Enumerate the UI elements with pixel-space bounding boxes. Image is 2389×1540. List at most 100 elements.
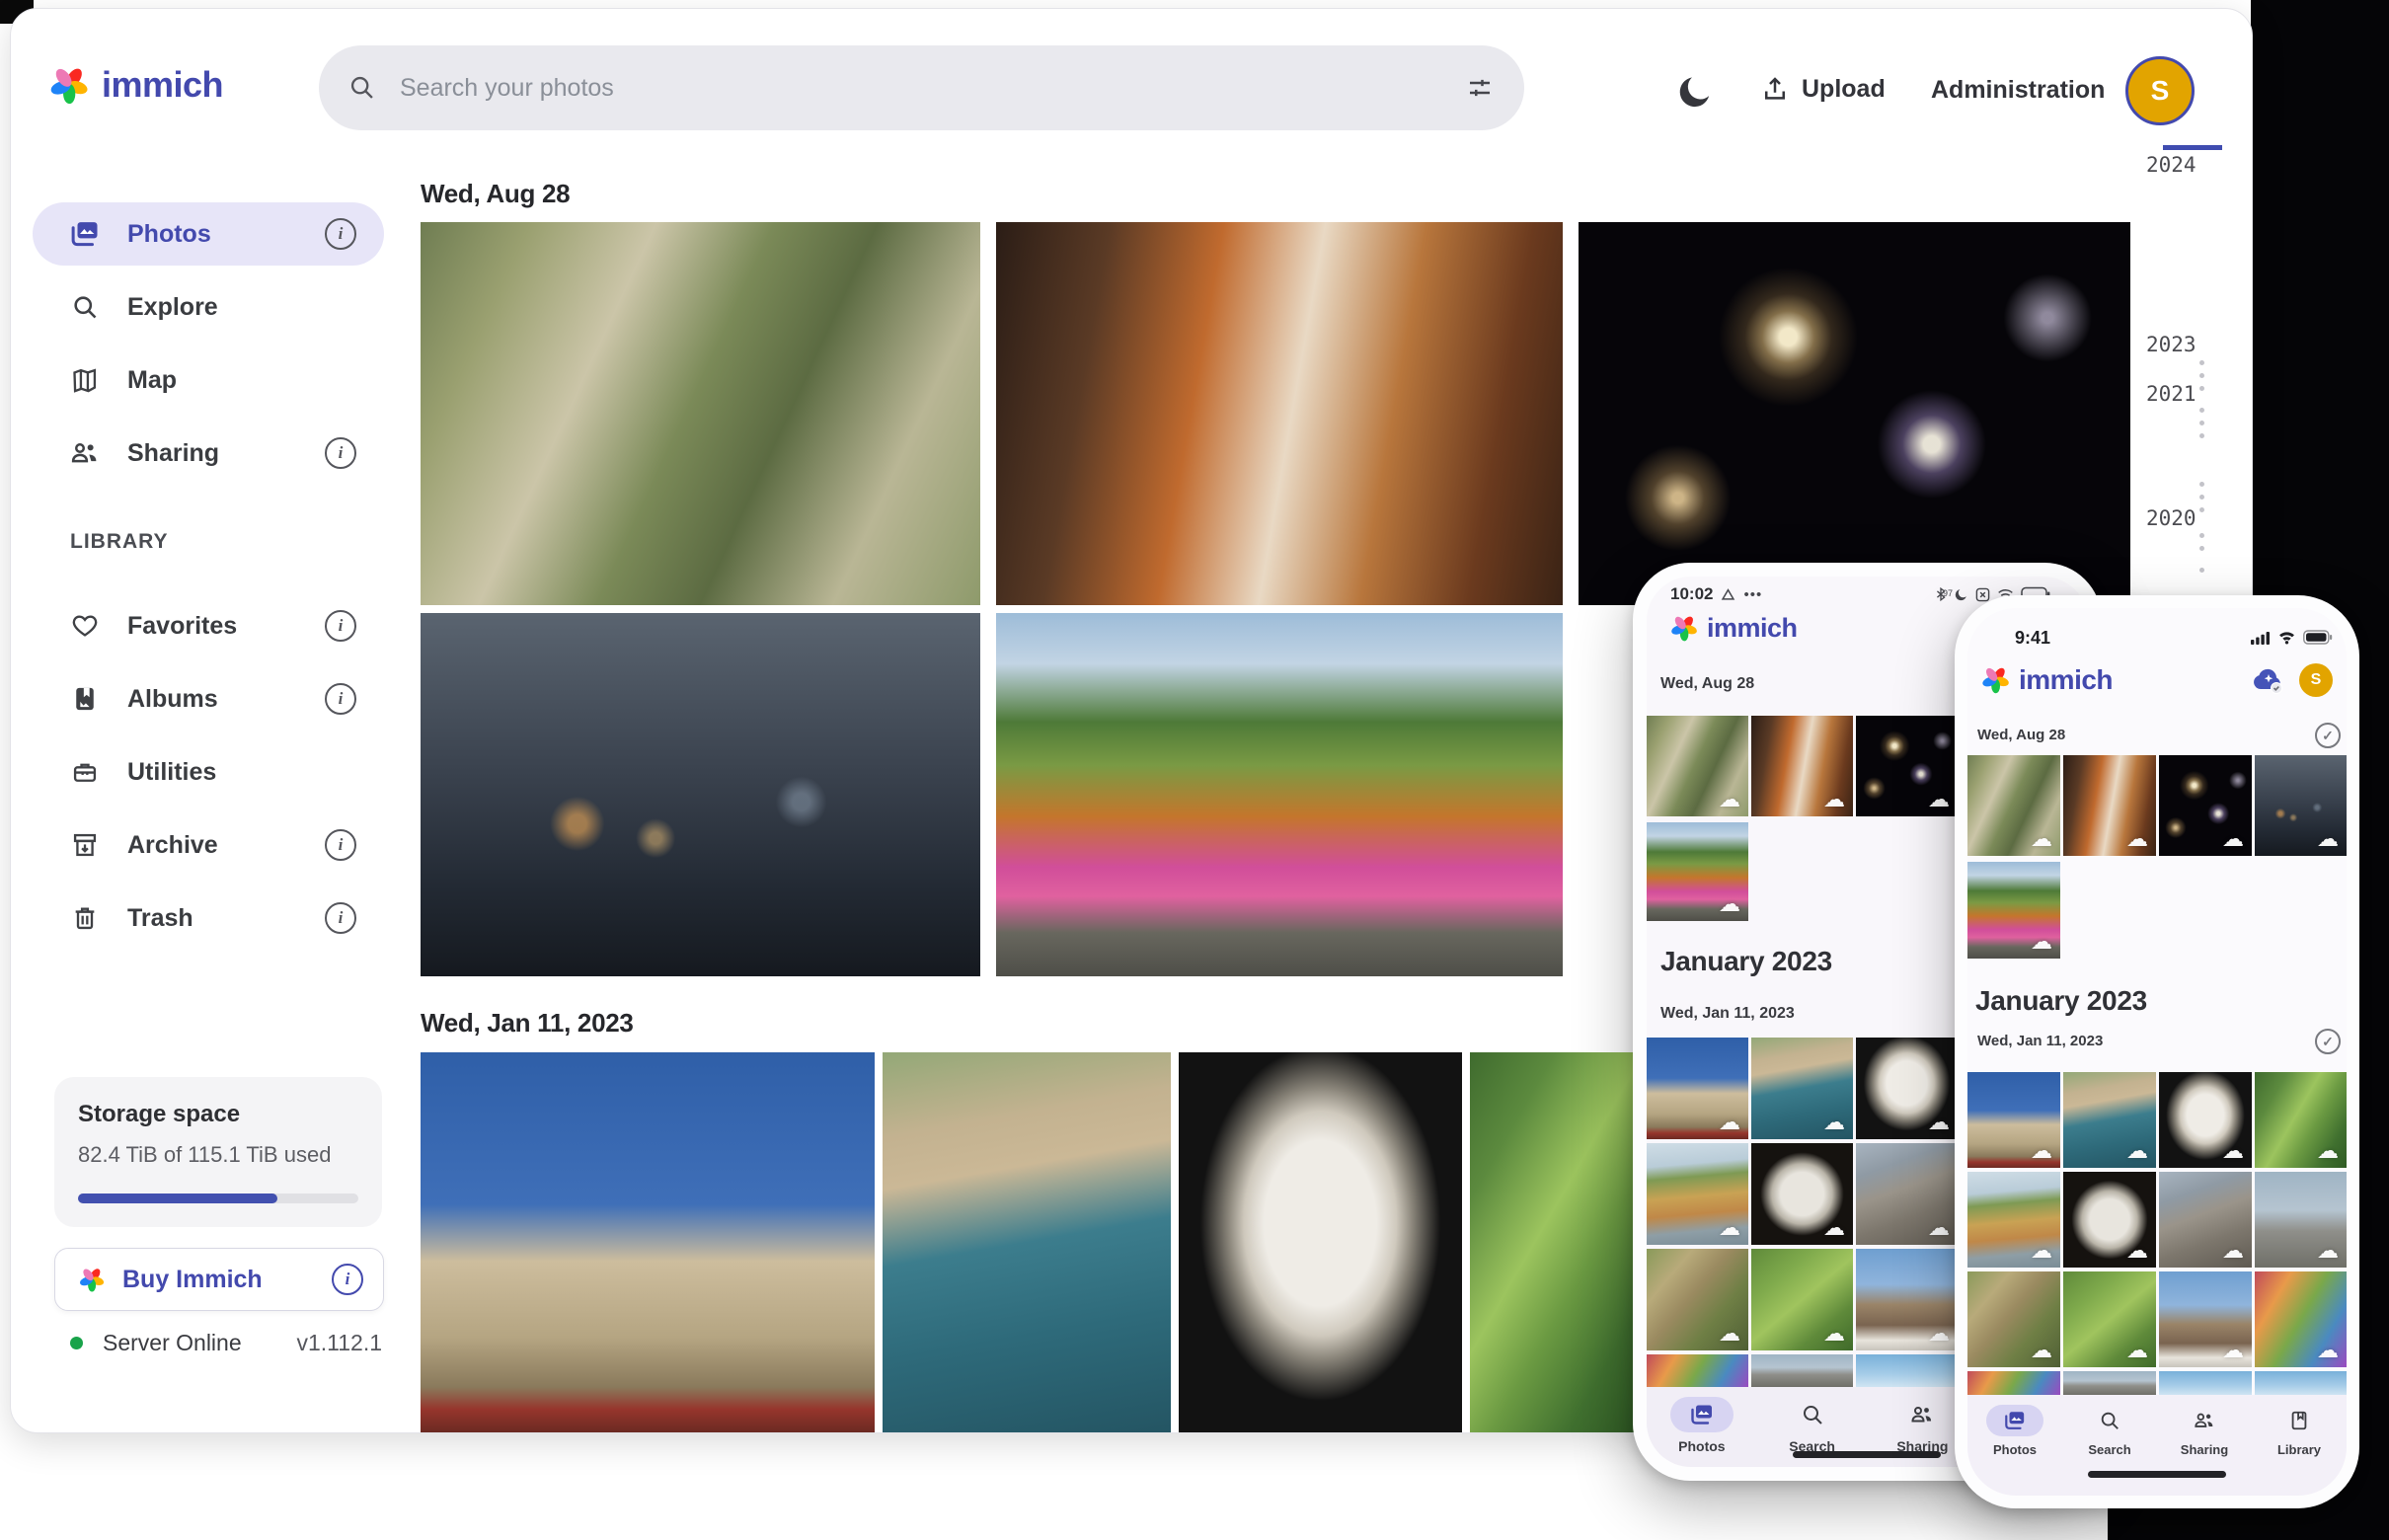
thumb-church-tower[interactable] [2159,1271,2252,1367]
thumb-monkeys[interactable] [1967,755,2060,856]
thumb-partial[interactable] [2255,1371,2347,1395]
thumb-ruins[interactable] [1856,1143,1958,1245]
nav-label: Sharing [2181,1442,2228,1457]
select-all-check-icon[interactable]: ✓ [2315,1029,2341,1054]
phone2-app-logo: immich [1979,663,2113,696]
administration-button[interactable]: Administration [1931,76,2105,105]
explore-search-icon [70,292,100,322]
dark-mode-toggle[interactable] [1675,72,1715,112]
upload-button[interactable]: Upload [1760,74,1886,104]
thumb-partial[interactable] [1751,1354,1853,1387]
nav-item-sharing[interactable]: Sharing [2157,1395,2252,1496]
photo-couple-holding-hands[interactable] [421,613,980,976]
nav-item-photos[interactable]: Photos [1967,1395,2062,1496]
thumb-couple[interactable] [2255,755,2347,856]
photo-marble-bust[interactable] [1179,1052,1462,1432]
user-avatar[interactable]: S [2125,56,2195,125]
scrubber-year[interactable]: 2023 [2146,333,2196,356]
sidebar-item-archive[interactable]: Archive i [33,813,384,877]
thumb-partial[interactable] [2063,1371,2156,1395]
scrubber-tick [2199,533,2204,538]
select-all-check-icon[interactable]: ✓ [2315,723,2341,748]
photos-icon [1670,1397,1734,1432]
thumb-road[interactable] [1647,822,1748,921]
thumb-dinner[interactable] [2063,755,2156,856]
thumb-berries[interactable] [2255,1072,2347,1168]
thumb-monkeys[interactable] [1647,716,1748,816]
photo-autumn-dinner-table[interactable] [996,222,1563,605]
timeline-date-header: Wed, Jan 11, 2023 [421,1008,634,1039]
sidebar-item-label: Sharing [127,439,325,468]
thumb-beach-cliff[interactable] [1967,1172,2060,1268]
sidebar-item-utilities[interactable]: Utilities [33,740,384,804]
thumb-marble-rock[interactable] [1751,1143,1853,1245]
info-icon[interactable]: i [325,829,356,861]
server-status-row: Server Online v1.112.1 [70,1330,382,1356]
buy-immich-button[interactable]: Buy Immich i [54,1248,384,1311]
scrubber-year[interactable]: 2021 [2146,382,2196,406]
scrubber-year[interactable]: 2020 [2146,506,2196,530]
info-icon[interactable]: i [325,218,356,250]
sidebar-item-explore[interactable]: Explore [33,275,384,339]
thumb-coastal-fort[interactable] [1751,1038,1853,1139]
sidebar-item-favorites[interactable]: Favorites i [33,594,384,657]
nav-item-library[interactable]: Library [2252,1395,2347,1496]
photo-green-berries[interactable] [1470,1052,1638,1432]
photo-monkeys-at-zoo[interactable] [421,222,980,605]
sidebar-item-trash[interactable]: Trash i [33,886,384,950]
thumb-marble-rock[interactable] [2063,1172,2156,1268]
sidebar-item-photos[interactable]: Photos i [33,202,384,266]
thumb-partial[interactable] [1647,1354,1748,1387]
info-icon[interactable]: i [325,902,356,934]
search-filter-icon[interactable] [1465,73,1495,103]
photo-fireworks[interactable] [1579,222,2130,605]
info-icon[interactable]: i [325,610,356,642]
thumb-marble-bust[interactable] [1856,1038,1958,1139]
search-bar[interactable] [319,45,1524,130]
thumb-colorful[interactable] [2255,1271,2347,1367]
phone2-month-header: January 2023 [1975,985,2147,1017]
scrubber-year[interactable]: 2024 [2146,153,2196,177]
search-input[interactable] [398,73,1465,104]
thumb-partial[interactable] [1967,1371,2060,1395]
thumb-lizard[interactable] [1647,1249,1748,1350]
thumb-road[interactable] [1967,862,2060,959]
scrubber-position-indicator[interactable] [2163,145,2222,150]
upload-icon [1760,74,1790,104]
phone2-screen: 9:41 [1967,608,2347,1496]
thumb-fortress[interactable] [1967,1072,2060,1168]
thumb-statue[interactable] [2255,1172,2347,1268]
photo-autumn-garden-path[interactable] [996,613,1563,976]
album-book-icon [2271,1405,2328,1436]
sidebar-item-albums[interactable]: Albums i [33,667,384,731]
photo-fortress-walls[interactable] [421,1052,875,1432]
thumb-lizard-moss[interactable] [2063,1271,2156,1367]
thumb-partial[interactable] [1856,1354,1958,1387]
thumb-coastal-fort[interactable] [2063,1072,2156,1168]
thumb-fireworks[interactable] [1856,716,1958,816]
user-avatar[interactable]: S [2299,663,2333,697]
app-logo[interactable]: immich [46,62,223,108]
phone1-app-logo: immich [1668,612,1798,644]
server-version: v1.112.1 [296,1330,382,1356]
thumb-beach-cliff[interactable] [1647,1143,1748,1245]
sidebar-item-sharing[interactable]: Sharing i [33,422,384,485]
thumb-fireworks[interactable] [2159,755,2252,856]
sidebar-item-map[interactable]: Map [33,348,384,412]
thumb-partial[interactable] [2159,1371,2252,1395]
info-icon[interactable]: i [325,683,356,715]
thumb-church-tower[interactable] [1856,1249,1958,1350]
thumb-fortress[interactable] [1647,1038,1748,1139]
nav-item-photos[interactable]: Photos [1647,1387,1757,1467]
cloud-sync-icon[interactable] [2252,665,2285,695]
thumb-dinner[interactable] [1751,716,1853,816]
nav-item-search[interactable]: Search [2062,1395,2157,1496]
thumb-lizard[interactable] [1967,1271,2060,1367]
thumb-marble-bust[interactable] [2159,1072,2252,1168]
thumb-ruins[interactable] [2159,1172,2252,1268]
album-book-icon [70,684,100,714]
thumb-lizard-moss[interactable] [1751,1249,1853,1350]
info-icon[interactable]: i [332,1264,363,1295]
photo-coastal-fort[interactable] [883,1052,1171,1432]
info-icon[interactable]: i [325,437,356,469]
